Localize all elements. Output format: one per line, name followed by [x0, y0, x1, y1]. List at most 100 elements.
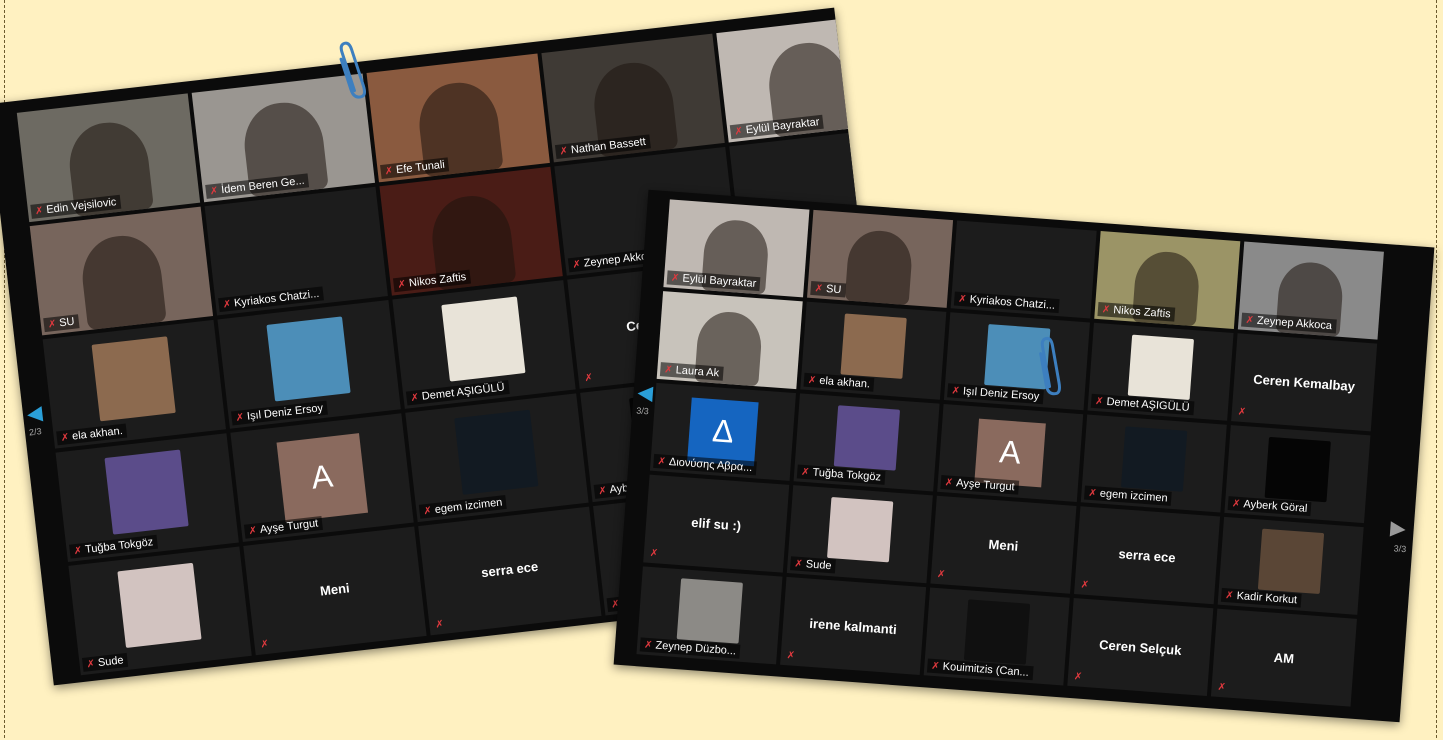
- profile-picture: [1121, 426, 1188, 493]
- participant-tile[interactable]: ✗ Işıl Deniz Ersoy: [217, 299, 401, 429]
- muted-mic-icon: ✗: [1101, 304, 1111, 316]
- participant-name-label: ✗ SU: [810, 280, 846, 298]
- participant-grid: ✗ Eylül Bayraktar ✗ SU ✗ Kyriakos Chatzi... ✗ N…: [636, 199, 1384, 710]
- participant-tile[interactable]: ✗ Efe Tunali: [366, 53, 550, 183]
- profile-picture: [676, 578, 743, 644]
- participant-tile[interactable]: Δ ✗ Διονύσης Αβρα...: [649, 382, 796, 481]
- page-indicator-left: 3/3: [635, 405, 650, 417]
- profile-picture: [840, 313, 907, 380]
- participant-tile[interactable]: ✗ Sude: [786, 485, 933, 584]
- participant-tile[interactable]: ✗ Zeynep Akkoca: [1237, 241, 1384, 340]
- participant-tile[interactable]: ✗ İdem Beren Ge...: [191, 73, 376, 203]
- participant-tile[interactable]: Meni ✗: [930, 495, 1077, 594]
- participant-tile[interactable]: irene kalmanti ✗: [780, 576, 927, 675]
- muted-mic-icon: ✗: [733, 125, 744, 138]
- previous-page-arrow-icon[interactable]: ◀: [26, 400, 44, 427]
- participant-name: Kadir Korkut: [1236, 589, 1298, 607]
- muted-mic-icon: ✗: [649, 547, 659, 560]
- participant-tile[interactable]: ✗ ela akhan.: [42, 319, 226, 449]
- participant-tile[interactable]: AM ✗: [1210, 608, 1357, 707]
- participant-name: ela akhan.: [818, 374, 871, 391]
- participant-name: Laura Ak: [675, 364, 720, 380]
- participant-tile[interactable]: Ceren Kemalbay ✗: [1231, 333, 1378, 432]
- participant-name: egem izcimen: [1099, 487, 1168, 505]
- muted-mic-icon: ✗: [800, 466, 810, 479]
- participant-tile[interactable]: ✗ Kyriakos Chatzi...: [950, 220, 1097, 319]
- participant-display-name: AM: [1273, 649, 1295, 667]
- muted-mic-icon: ✗: [1237, 406, 1247, 419]
- participant-tile[interactable]: ✗ Laura Ak: [656, 291, 803, 390]
- participant-tile[interactable]: A ✗ Ayşe Turgut: [937, 403, 1084, 502]
- profile-picture: [91, 336, 176, 422]
- muted-mic-icon: ✗: [60, 432, 70, 444]
- participant-display-name: serra ece: [480, 559, 539, 581]
- participant-tile[interactable]: Ceren Selçuk ✗: [1067, 598, 1214, 697]
- muted-mic-icon: ✗: [1245, 314, 1255, 327]
- participant-name: Ayşe Turgut: [259, 517, 319, 536]
- muted-mic-icon: ✗: [670, 272, 680, 285]
- participant-tile[interactable]: Meni ✗: [243, 526, 427, 656]
- participant-tile[interactable]: ✗ Işıl Deniz Ersoy: [943, 312, 1090, 411]
- participant-name: Eylül Bayraktar: [682, 272, 757, 290]
- participant-tile[interactable]: serra ece ✗: [1074, 506, 1221, 605]
- participant-tile[interactable]: ✗ Demet AŞIGÜLÜ: [392, 280, 576, 409]
- participant-tile[interactable]: ✗ Tuğba Tokgöz: [55, 433, 239, 562]
- participant-tile[interactable]: serra ece ✗: [418, 506, 602, 636]
- participant-display-name: Ceren Selçuk: [1098, 636, 1182, 658]
- participant-tile[interactable]: ✗ Edin Vejsilovic: [16, 93, 201, 223]
- participant-tile[interactable]: ✗ Sude: [68, 546, 252, 676]
- muted-mic-icon: ✗: [663, 364, 674, 377]
- participant-name: ela akhan.: [71, 424, 124, 443]
- previous-page-arrow-icon[interactable]: ◀: [637, 380, 654, 406]
- participant-tile[interactable]: ✗ SU: [807, 209, 954, 308]
- participant-tile[interactable]: ✗ Kyriakos Chatzi...: [204, 186, 388, 316]
- participant-video: [844, 228, 915, 306]
- participant-tile[interactable]: ✗ egem izcimen: [1080, 414, 1227, 513]
- profile-picture: [266, 316, 351, 402]
- participant-name-label: ✗ SU: [43, 314, 80, 333]
- participant-tile[interactable]: elif su :) ✗: [643, 474, 790, 573]
- muted-mic-icon: ✗: [807, 374, 817, 387]
- participant-tile[interactable]: ✗ Zeynep Düzbo...: [636, 566, 783, 665]
- participant-tile[interactable]: ✗ Nikos Zaftis: [1094, 231, 1241, 330]
- participant-name-label: ✗ Sude: [81, 652, 129, 672]
- participant-display-name: serra ece: [1117, 546, 1177, 566]
- muted-mic-icon: ✗: [260, 638, 270, 651]
- participant-display-name: irene kalmanti: [808, 615, 898, 638]
- participant-tile[interactable]: ✗ Ayberk Göral: [1224, 425, 1371, 524]
- participant-tile[interactable]: ✗ egem izcimen: [405, 393, 589, 523]
- participant-tile[interactable]: ✗ Kouimitzis (Can...: [923, 587, 1070, 686]
- participant-tile[interactable]: ✗ Tuğba Tokgöz: [793, 393, 940, 492]
- muted-mic-icon: ✗: [657, 456, 667, 468]
- participant-name: Sude: [805, 558, 832, 573]
- participant-tile[interactable]: ✗ SU: [29, 206, 214, 336]
- muted-mic-icon: ✗: [1073, 671, 1083, 683]
- muted-mic-icon: ✗: [794, 558, 804, 571]
- participant-display-name: Ceren Kemalbay: [1252, 371, 1356, 394]
- participant-name-label: ✗ Tuğba Tokgöz: [69, 534, 158, 559]
- participant-tile[interactable]: ✗ Nathan Bassett: [541, 33, 725, 163]
- participant-tile[interactable]: ✗ Demet AŞIGÜLÜ: [1087, 322, 1234, 421]
- participant-name: Kyriakos Chatzi...: [969, 293, 1056, 312]
- participant-name-label: ✗ Nikos Zaftis: [392, 269, 471, 293]
- participant-name: Kyriakos Chatzi...: [233, 287, 320, 310]
- participant-tile[interactable]: ✗ Nikos Zaftis: [379, 166, 563, 296]
- muted-mic-icon: ✗: [1080, 579, 1090, 592]
- participant-name-label: ✗ egem izcimen: [418, 494, 508, 519]
- participant-tile[interactable]: ✗ Kadir Korkut: [1217, 516, 1364, 615]
- muted-mic-icon: ✗: [957, 293, 968, 306]
- next-page-arrow-icon[interactable]: ▶: [1389, 515, 1407, 541]
- muted-mic-icon: ✗: [936, 568, 946, 581]
- profile-picture: [833, 405, 900, 472]
- page-indicator-right: 3/3: [1393, 543, 1407, 555]
- participant-display-name: elif su :): [690, 514, 742, 534]
- muted-mic-icon: ✗: [434, 618, 445, 631]
- muted-mic-icon: ✗: [951, 385, 961, 398]
- participant-tile[interactable]: A ✗ Ayşe Turgut: [230, 413, 414, 543]
- participant-tile[interactable]: ✗ Eylül Bayraktar: [663, 199, 810, 298]
- participant-tile[interactable]: ✗ ela akhan.: [800, 301, 947, 400]
- participant-name-label: ✗ Efe Tunali: [380, 157, 450, 179]
- muted-mic-icon: ✗: [814, 283, 824, 295]
- muted-mic-icon: ✗: [1094, 396, 1104, 408]
- muted-mic-icon: ✗: [34, 205, 45, 218]
